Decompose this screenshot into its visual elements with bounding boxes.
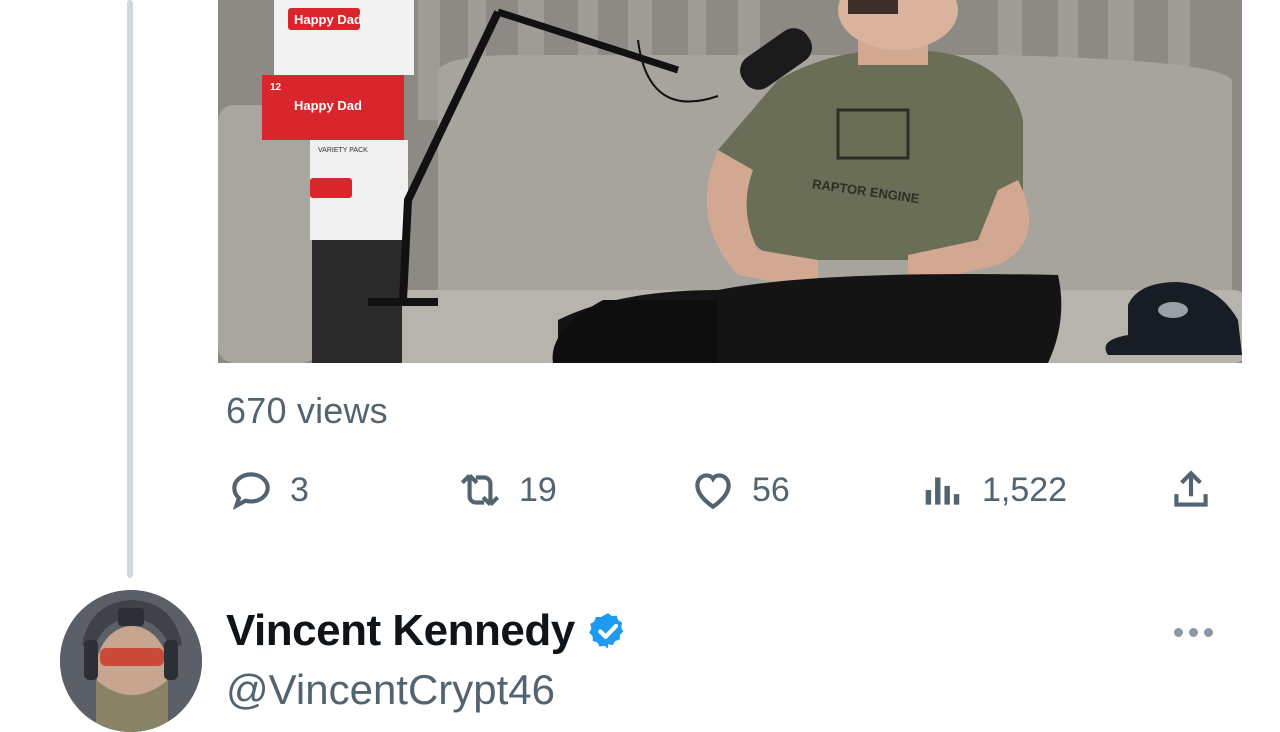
box-brand-label: Happy Dad xyxy=(294,12,362,27)
analytics-icon xyxy=(925,477,960,505)
tweet-video-thumbnail[interactable]: Happy Dad Happy Dad 12 VARIETY PACK RAPT… xyxy=(218,0,1242,363)
like-button[interactable]: 56 xyxy=(688,462,790,518)
more-dot-icon xyxy=(1203,627,1213,637)
box-count-label: 12 xyxy=(270,82,282,93)
more-dot-icon xyxy=(1188,627,1198,637)
tweet-action-bar: 3 19 56 1,522 xyxy=(0,462,1280,518)
more-dot-icon xyxy=(1173,627,1183,637)
reply-icon xyxy=(232,472,270,510)
reply-author-row: Vincent Kennedy xyxy=(226,606,629,656)
more-options-button[interactable] xyxy=(1168,612,1218,652)
avatar[interactable] xyxy=(60,590,202,732)
retweet-count: 19 xyxy=(519,470,557,509)
author-display-name[interactable]: Vincent Kennedy xyxy=(226,606,575,656)
like-count: 56 xyxy=(752,470,790,509)
retweet-icon xyxy=(460,473,500,507)
box-variety-label: VARIETY PACK xyxy=(318,147,368,154)
share-button[interactable] xyxy=(1166,462,1216,518)
reply-count: 3 xyxy=(290,470,309,509)
share-icon xyxy=(1174,470,1208,507)
view-analytics-button[interactable]: 1,522 xyxy=(918,462,1067,518)
view-count: 1,522 xyxy=(982,470,1068,509)
heart-icon xyxy=(695,473,731,510)
author-handle[interactable]: @VincentCrypt46 xyxy=(226,666,555,714)
reply-button[interactable]: 3 xyxy=(226,462,309,518)
retweet-button[interactable]: 19 xyxy=(455,462,557,518)
box-brand-label: Happy Dad xyxy=(294,98,362,113)
view-count-label: 670 views xyxy=(226,390,388,431)
verified-badge-icon[interactable] xyxy=(587,610,629,652)
